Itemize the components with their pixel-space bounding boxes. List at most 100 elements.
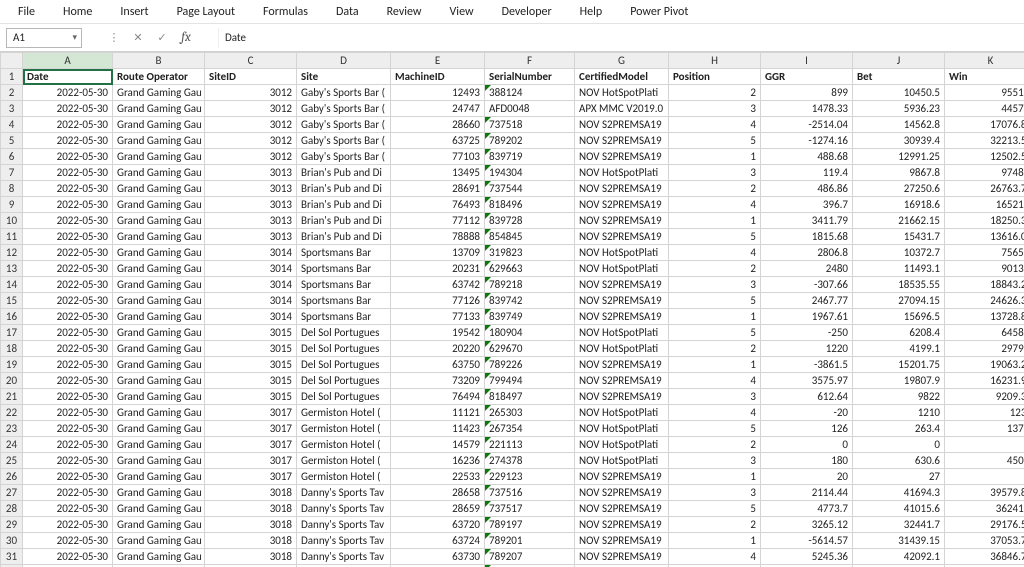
cell[interactable]: Danny's Sports Tav [297, 501, 391, 517]
ribbon-tab-help[interactable]: Help [566, 1, 617, 23]
ribbon-tab-page-layout[interactable]: Page Layout [163, 1, 249, 23]
cell[interactable]: 789201 [485, 533, 575, 549]
cell[interactable]: Grand Gaming Gau [113, 181, 205, 197]
cell[interactable]: 789218 [485, 277, 575, 293]
header-cell-E[interactable]: MachineID [391, 69, 485, 85]
cell[interactable]: 789197 [485, 517, 575, 533]
cell[interactable]: NOV HotSpotPlati [575, 341, 669, 357]
cell[interactable]: 3013 [205, 181, 297, 197]
cell[interactable]: 137.4 [945, 421, 1024, 437]
cell[interactable]: 15201.75 [853, 357, 945, 373]
cell[interactable]: 2022-05-30 [23, 437, 113, 453]
cell[interactable]: 13616.02 [945, 229, 1024, 245]
cell[interactable]: NOV S2PREMSA19 [575, 181, 669, 197]
column-header-F[interactable]: F [485, 53, 575, 69]
cell[interactable]: Grand Gaming Gau [113, 533, 205, 549]
cell[interactable]: Grand Gaming Gau [113, 277, 205, 293]
cell[interactable]: 9551.5 [945, 85, 1024, 101]
cell[interactable]: NOV HotSpotPlati [575, 245, 669, 261]
cell[interactable]: 3012 [205, 149, 297, 165]
cell[interactable]: 2 [669, 181, 761, 197]
header-cell-K[interactable]: Win [945, 69, 1024, 85]
cell[interactable]: Brian's Pub and Di [297, 229, 391, 245]
row-header[interactable]: 21 [1, 389, 23, 405]
cell[interactable]: 3013 [205, 213, 297, 229]
cell[interactable]: 789207 [485, 549, 575, 565]
cell[interactable]: 789202 [485, 133, 575, 149]
cell[interactable]: 77126 [391, 293, 485, 309]
cell[interactable]: 20220 [391, 341, 485, 357]
cell[interactable]: Grand Gaming Gau [113, 389, 205, 405]
cell[interactable]: 3018 [205, 485, 297, 501]
cell[interactable]: 14562.8 [853, 117, 945, 133]
cell[interactable]: NOV S2PREMSA19 [575, 197, 669, 213]
column-header-E[interactable]: E [391, 53, 485, 69]
row-header[interactable]: 22 [1, 405, 23, 421]
cell[interactable]: 22533 [391, 469, 485, 485]
cell[interactable]: 2022-05-30 [23, 213, 113, 229]
cell[interactable]: 27250.6 [853, 181, 945, 197]
cell[interactable]: 3 [669, 165, 761, 181]
cell[interactable]: 799494 [485, 373, 575, 389]
cell[interactable]: 3018 [205, 517, 297, 533]
cell[interactable]: 2022-05-30 [23, 85, 113, 101]
cell[interactable]: 629663 [485, 261, 575, 277]
cell[interactable]: 737518 [485, 117, 575, 133]
cell[interactable]: Gaby's Sports Bar ( [297, 117, 391, 133]
cell[interactable]: 388124 [485, 85, 575, 101]
cell[interactable]: Danny's Sports Tav [297, 485, 391, 501]
cell[interactable]: NOV HotSpotPlati [575, 421, 669, 437]
row-header[interactable]: 2 [1, 85, 23, 101]
cell[interactable]: NOV HotSpotPlati [575, 325, 669, 341]
ribbon-tab-file[interactable]: File [4, 1, 49, 23]
cell[interactable]: 19807.9 [853, 373, 945, 389]
cell[interactable]: 26763.74 [945, 181, 1024, 197]
cell[interactable]: 6208.4 [853, 325, 945, 341]
cell[interactable]: Grand Gaming Gau [113, 245, 205, 261]
cell[interactable]: 1478.33 [761, 101, 853, 117]
cancel-formula-icon[interactable]: ✕ [130, 31, 146, 44]
cell[interactable]: 2022-05-30 [23, 293, 113, 309]
cell[interactable]: 2022-05-30 [23, 485, 113, 501]
select-all-corner[interactable] [1, 53, 23, 69]
cell[interactable]: 13728.89 [945, 309, 1024, 325]
column-header-J[interactable]: J [853, 53, 945, 69]
cell[interactable]: Brian's Pub and Di [297, 181, 391, 197]
cell[interactable]: 267354 [485, 421, 575, 437]
cell[interactable]: Del Sol Portugues [297, 325, 391, 341]
cell[interactable]: 18250.36 [945, 213, 1024, 229]
cell[interactable]: 2022-05-30 [23, 277, 113, 293]
cell[interactable]: 737517 [485, 501, 575, 517]
cell[interactable]: Grand Gaming Gau [113, 453, 205, 469]
cell[interactable]: 18535.55 [853, 277, 945, 293]
row-header[interactable]: 25 [1, 453, 23, 469]
cell[interactable]: -250 [761, 325, 853, 341]
ribbon-tab-data[interactable]: Data [322, 1, 373, 23]
cell[interactable]: 2022-05-30 [23, 197, 113, 213]
cell[interactable]: 7 [945, 469, 1024, 485]
cell[interactable]: Grand Gaming Gau [113, 101, 205, 117]
cell[interactable]: 20231 [391, 261, 485, 277]
header-cell-C[interactable]: SiteID [205, 69, 297, 85]
header-cell-B[interactable]: Route Operator [113, 69, 205, 85]
cell[interactable]: 2022-05-30 [23, 245, 113, 261]
cell[interactable]: 78888 [391, 229, 485, 245]
row-header[interactable]: 18 [1, 341, 23, 357]
cell[interactable]: 3015 [205, 389, 297, 405]
cell[interactable]: 5 [669, 325, 761, 341]
cell[interactable]: Grand Gaming Gau [113, 421, 205, 437]
cell[interactable]: 2022-05-30 [23, 549, 113, 565]
cell[interactable]: 2022-05-30 [23, 517, 113, 533]
cell[interactable]: 1 [669, 309, 761, 325]
cell[interactable]: 839742 [485, 293, 575, 309]
cell[interactable]: Danny's Sports Tav [297, 517, 391, 533]
cell[interactable]: 76494 [391, 389, 485, 405]
cell[interactable]: 274378 [485, 453, 575, 469]
cell[interactable]: 4 [669, 405, 761, 421]
cell[interactable]: Grand Gaming Gau [113, 357, 205, 373]
ribbon-tab-home[interactable]: Home [49, 1, 106, 23]
cell[interactable]: 2022-05-30 [23, 229, 113, 245]
row-header[interactable]: 26 [1, 469, 23, 485]
cell[interactable]: 5 [669, 501, 761, 517]
cell[interactable]: NOV S2PREMSA19 [575, 149, 669, 165]
